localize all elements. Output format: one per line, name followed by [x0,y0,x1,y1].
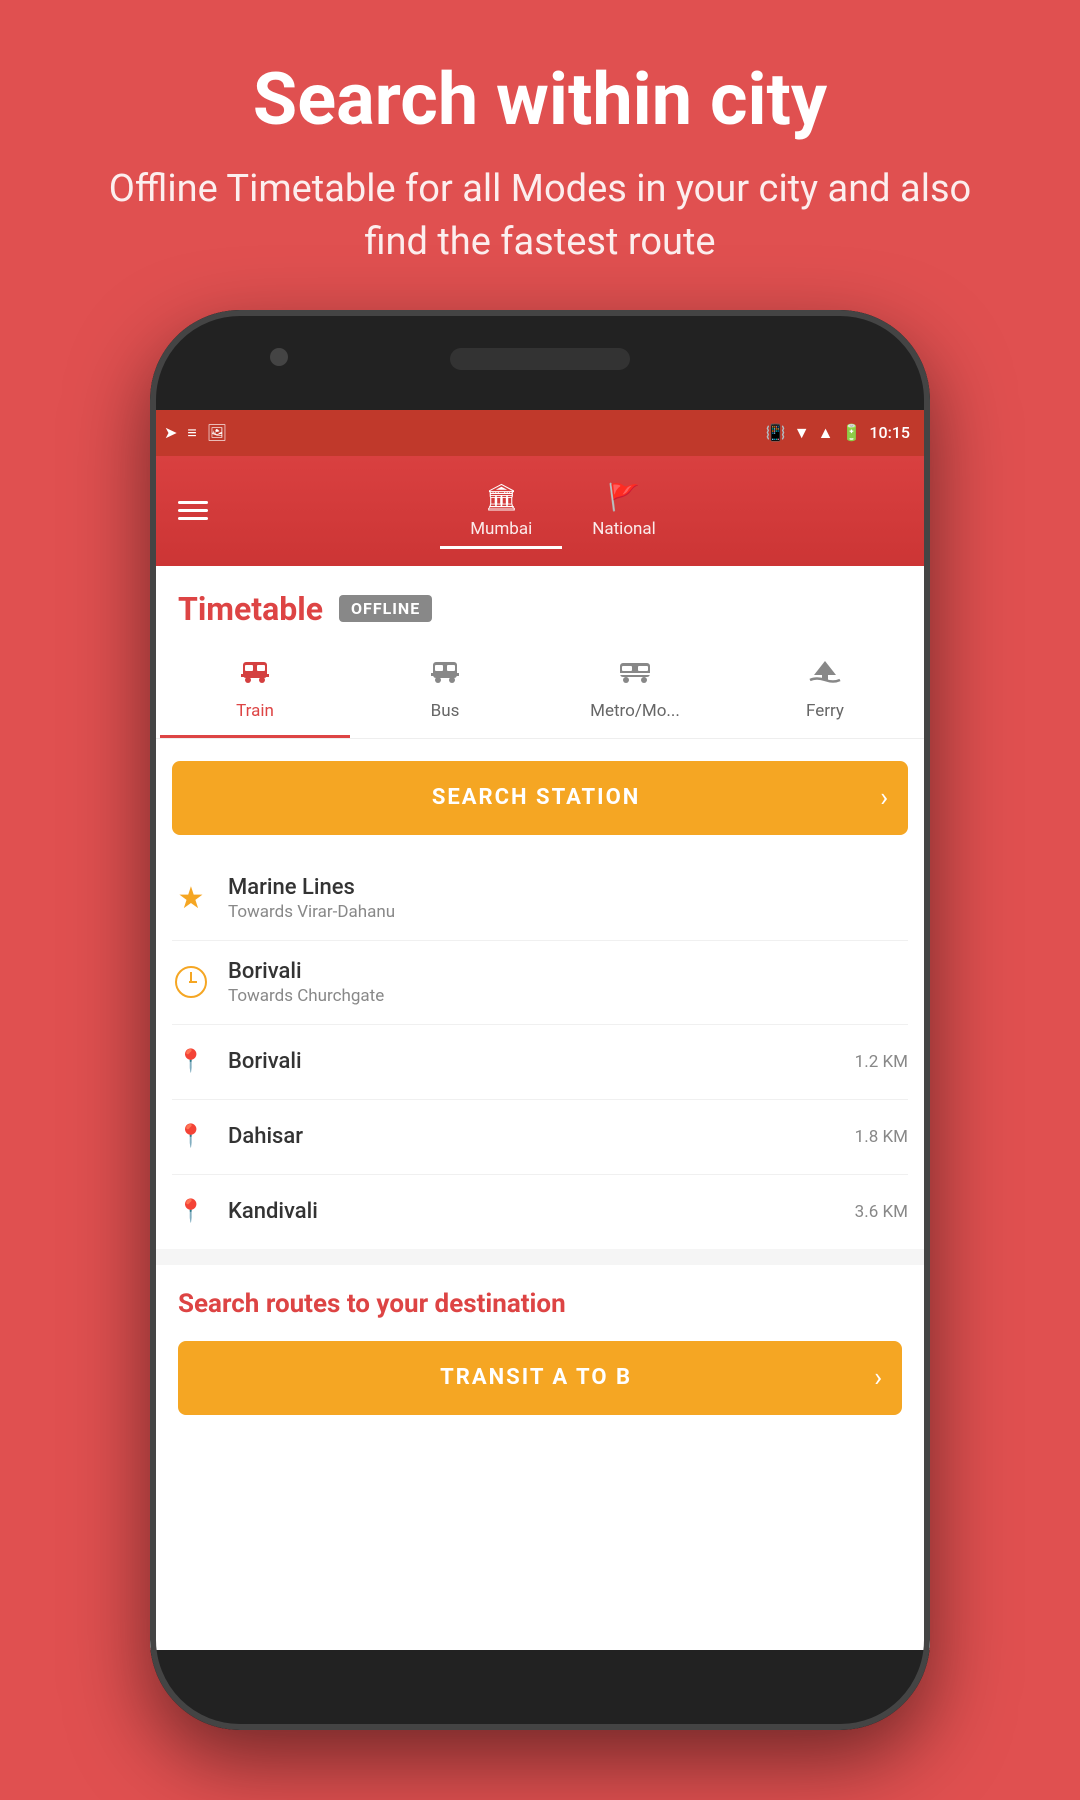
station-subtitle: Towards Virar-Dahanu [228,902,908,922]
timetable-title: Timetable [178,590,323,628]
list-item[interactable]: ★ Marine Lines Towards Virar-Dahanu [172,857,908,941]
clock-display: 10:15 [869,423,910,442]
phone-screen: ➤ ≡ 🖼 📳 ▼ ▲ 🔋 10:15 🏛 Mumb [150,410,930,1650]
metro-label: Metro/Mo... [590,701,680,721]
train-icon [239,658,271,693]
station-name: Borivali [228,1049,837,1074]
location-icon: 📍 [172,1118,210,1156]
toolbar-tabs: 🏛 Mumbai 🚩 National [216,475,910,547]
station-subtitle: Towards Churchgate [228,986,908,1006]
phone-frame: ➤ ≡ 🖼 📳 ▼ ▲ 🔋 10:15 🏛 Mumb [150,310,930,1730]
main-card: Timetable OFFLINE [150,566,930,1249]
recent-icon [172,963,210,1001]
offline-badge: OFFLINE [339,595,432,622]
list-icon: ≡ [187,423,196,443]
hamburger-menu[interactable] [170,493,216,528]
routes-card: Search routes to your destination TRANSI… [150,1265,930,1650]
bus-icon [430,658,460,693]
speaker [450,348,630,370]
transit-ab-button[interactable]: TRANSIT A TO B › [178,1341,902,1415]
phone-bottom [150,1650,930,1730]
list-item[interactable]: Borivali Towards Churchgate [172,941,908,1025]
tab-national[interactable]: 🚩 National [562,475,686,547]
header-section: Search within city Offline Timetable for… [0,0,1080,310]
station-name: Marine Lines [228,875,908,900]
station-distance: 1.8 KM [855,1127,908,1147]
search-station-button[interactable]: SEARCH STATION › [172,761,908,835]
station-distance: 1.2 KM [855,1052,908,1072]
tab-national-label: National [592,519,656,539]
header-subtitle: Offline Timetable for all Modes in your … [80,163,1000,269]
search-station-label: SEARCH STATION [192,785,880,810]
phone-top [150,310,930,410]
list-item[interactable]: 📍 Kandivali 3.6 KM [172,1175,908,1249]
transit-arrow-icon: › [874,1363,882,1393]
transport-tabs: Train Bu [150,644,930,739]
station-info: Kandivali [228,1199,837,1224]
train-label: Train [236,701,274,721]
list-item[interactable]: 📍 Dahisar 1.8 KM [172,1100,908,1175]
favorite-icon: ★ [172,879,210,917]
station-info: Dahisar [228,1124,837,1149]
routes-title: Search routes to your destination [178,1289,902,1319]
station-info: Borivali [228,1049,837,1074]
content-area: Timetable OFFLINE [150,566,930,1650]
list-item[interactable]: 📍 Borivali 1.2 KM [172,1025,908,1100]
signal-icon: ▲ [818,423,834,443]
nav-icon: ➤ [164,423,177,442]
ferry-icon [808,658,842,693]
timetable-header: Timetable OFFLINE [150,566,930,644]
station-info: Marine Lines Towards Virar-Dahanu [228,875,908,922]
camera [270,348,288,366]
transport-tab-metro[interactable]: Metro/Mo... [540,644,730,738]
wifi-icon: ▼ [794,423,810,443]
tab-mumbai-label: Mumbai [470,519,532,539]
battery-icon: 🔋 [841,423,861,442]
location-icon: 📍 [172,1193,210,1231]
station-name: Kandivali [228,1199,837,1224]
station-name: Borivali [228,959,908,984]
header-title: Search within city [80,60,1000,139]
status-right-icons: 📳 ▼ ▲ 🔋 10:15 [766,423,910,443]
national-icon: 🚩 [608,483,640,513]
tab-mumbai[interactable]: 🏛 Mumbai [440,475,562,547]
ferry-label: Ferry [806,701,844,721]
transport-tab-ferry[interactable]: Ferry [730,644,920,738]
transit-label: TRANSIT A TO B [198,1365,874,1390]
app-toolbar: 🏛 Mumbai 🚩 National [150,456,930,566]
bus-label: Bus [431,701,460,721]
mumbai-icon: 🏛 [485,483,518,513]
search-station-arrow: › [880,783,888,813]
vibrate-icon: 📳 [766,423,786,442]
status-bar: ➤ ≡ 🖼 📳 ▼ ▲ 🔋 10:15 [150,410,930,456]
metro-icon [618,658,652,693]
station-info: Borivali Towards Churchgate [228,959,908,1006]
transport-tab-bus[interactable]: Bus [350,644,540,738]
station-name: Dahisar [228,1124,837,1149]
location-icon: 📍 [172,1043,210,1081]
station-list: ★ Marine Lines Towards Virar-Dahanu [150,857,930,1249]
transport-tab-train[interactable]: Train [160,644,350,738]
image-icon: 🖼 [207,423,227,442]
status-left-icons: ➤ ≡ 🖼 [164,423,227,443]
station-distance: 3.6 KM [855,1202,908,1222]
